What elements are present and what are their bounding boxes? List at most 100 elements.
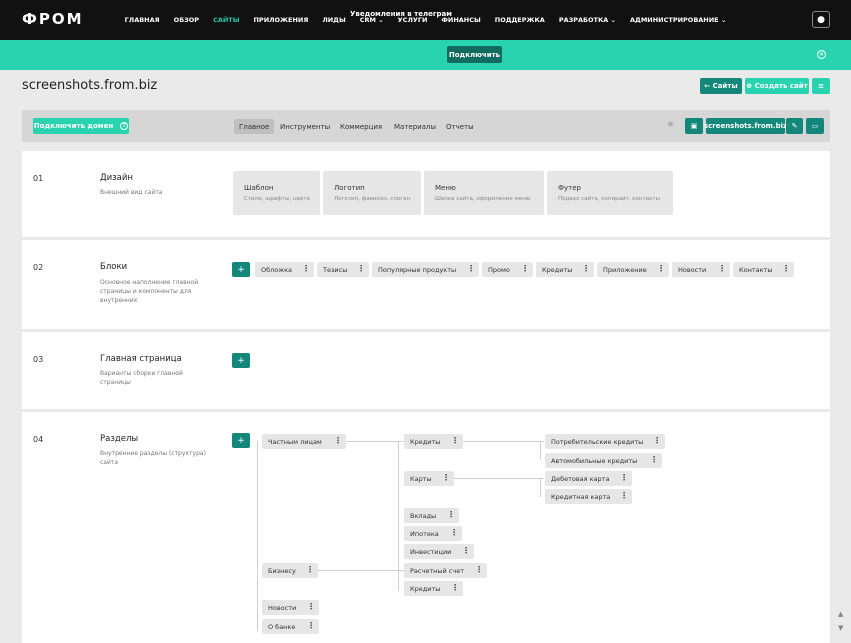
more-icon[interactable]: ⋮ (582, 264, 590, 273)
more-icon[interactable]: ⋮ (442, 473, 450, 482)
tab-materials[interactable]: Материалы (389, 119, 441, 134)
more-icon[interactable]: ⋮ (307, 602, 315, 611)
nav-item-admin[interactable]: АДМИНИСТРИРОВАНИЕ ⌄ (623, 16, 733, 24)
tree-node[interactable]: Расчетный счет ⋮ (404, 563, 487, 578)
more-icon[interactable]: ⋮ (302, 264, 310, 273)
tree-node[interactable]: Ипотека ⋮ (404, 526, 462, 541)
tree-node[interactable]: Карты ⋮ (404, 471, 454, 486)
block-chip[interactable]: Приложение ⋮ (597, 262, 669, 277)
section-title: Блоки (100, 262, 128, 272)
close-icon[interactable]: ✕ (817, 50, 826, 59)
user-button[interactable]: ● (812, 11, 830, 28)
page-title: screenshots.from.biz (22, 78, 158, 93)
card-desc: Стили, шрифты, цвета (244, 196, 310, 202)
more-icon[interactable]: ⋮ (521, 264, 529, 273)
more-icon[interactable]: ⋮ (334, 436, 342, 445)
tree-node[interactable]: Кредиты ⋮ (404, 434, 463, 449)
connect-telegram-button[interactable]: Подключить (447, 46, 502, 63)
nav-item-support[interactable]: ПОДДЕРЖКА (488, 16, 552, 24)
card-logo[interactable]: Логотип Логотип, фавикон, слоган (323, 171, 421, 215)
node-label: Потребительские кредиты (551, 437, 644, 446)
chip-label: Новости (678, 265, 707, 274)
more-icon[interactable]: ⋮ (620, 473, 628, 482)
tree-node[interactable]: Дебетовая карта ⋮ (545, 471, 632, 486)
more-icon[interactable]: ⋮ (357, 264, 365, 273)
section-title: Дизайн (100, 173, 133, 183)
more-icon[interactable]: ⋮ (447, 510, 455, 519)
more-icon[interactable]: ⋮ (657, 264, 665, 273)
more-icon[interactable]: ⋮ (475, 565, 483, 574)
create-site-button[interactable]: ⊕ Создать сайт (745, 78, 809, 94)
card-footer[interactable]: Футер Подвал сайта, копирайт, контакты (547, 171, 673, 215)
node-label: Вклады (410, 511, 437, 520)
block-chip[interactable]: Обложка ⋮ (255, 262, 314, 277)
tree-node[interactable]: Вклады ⋮ (404, 508, 459, 523)
node-label: Бизнесу (268, 566, 296, 575)
tree-node[interactable]: Частным лицам ⋮ (262, 434, 346, 449)
monitor-icon[interactable]: ▭ (806, 118, 824, 134)
more-icon[interactable]: ⋮ (451, 583, 459, 592)
tree-line (540, 441, 541, 460)
lightbulb-icon[interactable]: ☼ (667, 120, 674, 129)
filter-icon[interactable]: ≡ (812, 78, 830, 94)
nav-item-sites[interactable]: САЙТЫ (206, 16, 246, 24)
more-icon[interactable]: ⋮ (307, 621, 315, 630)
help-icon[interactable]: ? (120, 122, 129, 130)
section-number: 04 (33, 435, 44, 444)
tree-node[interactable]: Инвестиции ⋮ (404, 544, 474, 559)
more-icon[interactable]: ⋮ (782, 264, 790, 273)
node-label: Карты (410, 474, 432, 483)
printer-icon[interactable]: ▣ (685, 118, 703, 134)
more-icon[interactable]: ⋮ (462, 546, 470, 555)
more-icon[interactable]: ⋮ (306, 565, 314, 574)
card-menu[interactable]: Меню Шапка сайта, оформление меню (424, 171, 544, 215)
tree-node[interactable]: Кредитная карта ⋮ (545, 489, 632, 504)
section-title: Главная страница (100, 354, 182, 364)
more-icon[interactable]: ⋮ (650, 455, 658, 464)
tree-node[interactable]: Кредиты ⋮ (404, 581, 463, 596)
user-icon: ● (817, 14, 825, 25)
scroll-down-icon[interactable]: ▼ (838, 624, 843, 632)
more-icon[interactable]: ⋮ (467, 264, 475, 273)
block-chip[interactable]: Тезисы ⋮ (317, 262, 369, 277)
node-label: Кредитная карта (551, 492, 611, 501)
node-label: Новости (268, 603, 297, 612)
block-chip[interactable]: Новости ⋮ (672, 262, 730, 277)
tree-node[interactable]: Новости ⋮ (262, 600, 319, 615)
nav-item-development[interactable]: РАЗРАБОТКА ⌄ (552, 16, 623, 24)
block-chip[interactable]: Контакты ⋮ (733, 262, 794, 277)
tree-node[interactable]: Потребительские кредиты ⋮ (545, 434, 665, 449)
tab-main[interactable]: Главное (234, 119, 275, 134)
block-chip[interactable]: Кредиты ⋮ (536, 262, 594, 277)
tree-node[interactable]: Автомобильные кредиты ⋮ (545, 453, 662, 468)
tab-reports[interactable]: Отчеты (441, 119, 479, 134)
block-chip[interactable]: Промо ⋮ (482, 262, 533, 277)
main-nav: ГЛАВНАЯ ОБЗОР САЙТЫ ПРИЛОЖЕНИЯ ЛИДЫ CRM … (0, 0, 851, 40)
card-desc: Подвал сайта, копирайт, контакты (558, 196, 660, 202)
connect-domain-button[interactable]: Подключить домен ? (33, 118, 129, 134)
block-chip[interactable]: Популярные продукты ⋮ (372, 262, 479, 277)
more-icon[interactable]: ⋮ (450, 528, 458, 537)
pencil-icon[interactable]: ✎ (786, 118, 803, 134)
nav-item-apps[interactable]: ПРИЛОЖЕНИЯ (246, 16, 315, 24)
sites-button[interactable]: ← Сайты (700, 78, 742, 94)
section-desc: Основное наполнение главной страницы и к… (100, 279, 199, 304)
chip-label: Кредиты (542, 265, 573, 274)
more-icon[interactable]: ⋮ (653, 436, 661, 445)
more-icon[interactable]: ⋮ (620, 491, 628, 500)
add-block-button[interactable]: + (232, 262, 250, 277)
tree-node[interactable]: О банке ⋮ (262, 619, 319, 634)
card-template[interactable]: Шаблон Стили, шрифты, цвета (233, 171, 320, 215)
more-icon[interactable]: ⋮ (718, 264, 726, 273)
add-homepage-variant-button[interactable]: + (232, 353, 250, 368)
nav-item-home[interactable]: ГЛАВНАЯ (118, 16, 167, 24)
more-icon[interactable]: ⋮ (451, 436, 459, 445)
tree-node[interactable]: Бизнесу ⋮ (262, 563, 318, 578)
nav-item-overview[interactable]: ОБЗОР (167, 16, 206, 24)
nav-item-leads[interactable]: ЛИДЫ (315, 16, 352, 24)
tab-tools[interactable]: Инструменты (275, 119, 335, 134)
tab-commerce[interactable]: Коммерция (335, 119, 387, 134)
scroll-up-icon[interactable]: ▲ (838, 610, 843, 618)
add-page-button[interactable]: + (232, 433, 250, 448)
site-domain-button[interactable]: screenshots.from.biz (704, 118, 787, 134)
